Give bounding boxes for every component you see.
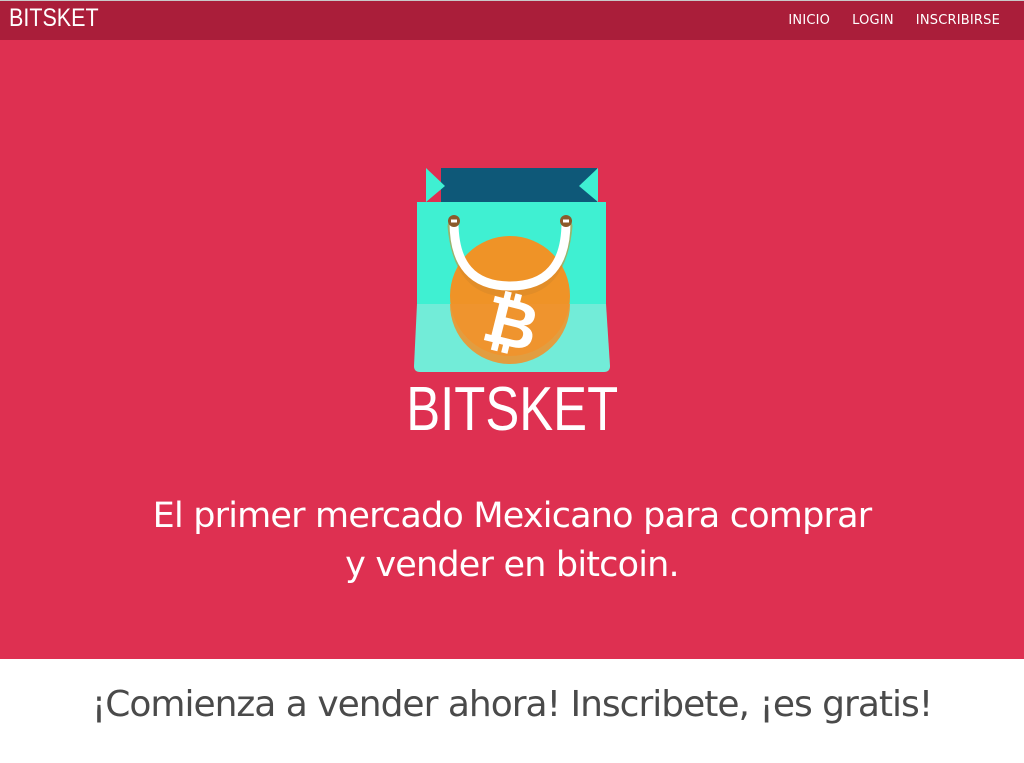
nav-link-login[interactable]: LOGIN [852, 13, 894, 28]
tagline-line-2: y vender en bitcoin. [345, 545, 680, 585]
tagline-line-1: El primer mercado Mexicano para comprar [152, 496, 873, 536]
cta-section: ¡Comienza a vender ahora! Inscribete, ¡e… [0, 659, 1024, 763]
hero-tagline: El primer mercado Mexicano para comprar … [112, 492, 912, 590]
bag-inner-shape [441, 168, 597, 202]
cta-text: ¡Comienza a vender ahora! Inscribete, ¡e… [91, 684, 933, 725]
nav-links: INICIO LOGIN INSCRIBIRSE [766, 13, 1000, 28]
logo-text: BITSKET [406, 375, 618, 444]
navbar: BITSKET INICIO LOGIN INSCRIBIRSE [0, 0, 1024, 40]
nav-link-inicio[interactable]: INICIO [788, 13, 830, 28]
hero-section: ₿ BITSKET El primer mercado Mexicano par… [0, 40, 1024, 659]
brand-link[interactable]: BITSKET [9, 4, 99, 33]
shopping-bag-bitcoin-icon: ₿ [414, 168, 610, 372]
nav-link-inscribirse[interactable]: INSCRIBIRSE [916, 13, 1000, 28]
